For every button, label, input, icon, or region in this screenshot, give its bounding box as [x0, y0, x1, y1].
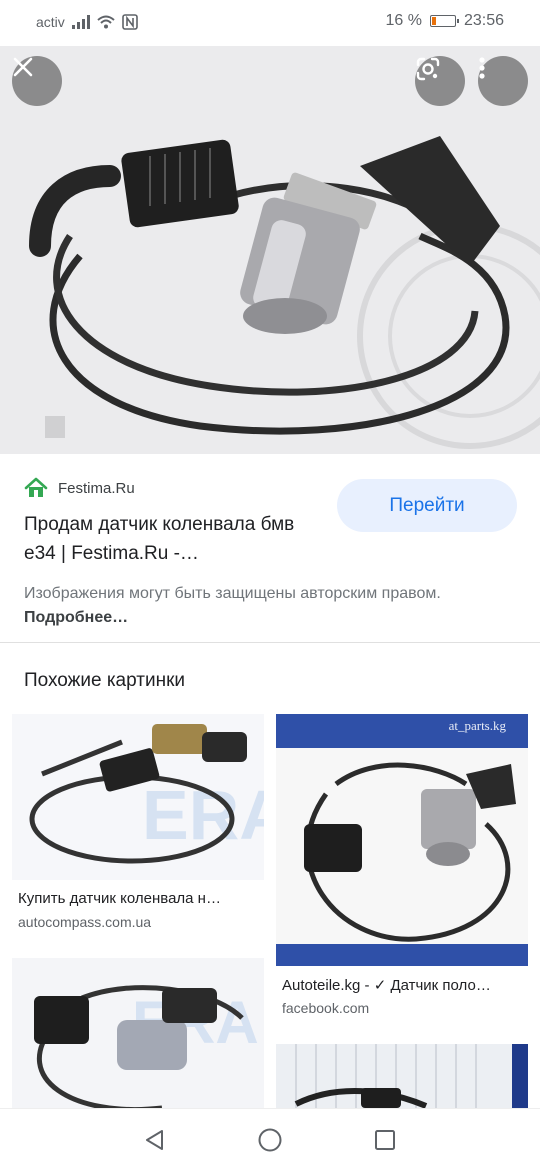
signal-icon — [71, 15, 90, 29]
more-options-button[interactable] — [478, 56, 528, 106]
battery-percent: 16 % — [385, 12, 422, 29]
recents-square-icon — [375, 1130, 395, 1150]
google-lens-icon — [416, 57, 440, 81]
status-right: 16 % 23:56 — [385, 12, 504, 30]
related-caption: Купить датчик коленвала н… — [18, 890, 221, 907]
related-item[interactable] — [276, 1044, 528, 1108]
related-item[interactable]: ERA — [12, 958, 264, 1108]
navigation-bar — [0, 1108, 540, 1170]
house-favicon-icon — [24, 477, 48, 497]
recents-button[interactable] — [370, 1125, 400, 1155]
result-title[interactable]: Продам датчик коленвала бмв е34 | Festim… — [24, 510, 324, 568]
carrier-label: activ — [36, 14, 65, 30]
close-button[interactable] — [12, 56, 62, 106]
source-site[interactable]: Festima.Ru — [24, 476, 135, 500]
related-thumbnail: ERA — [12, 714, 264, 880]
clock: 23:56 — [463, 12, 504, 29]
related-heading: Похожие картинки — [24, 670, 185, 691]
google-lens-button[interactable] — [415, 56, 465, 106]
status-left: activ — [36, 14, 138, 30]
status-bar: activ 16 % 23:56 — [0, 0, 540, 46]
copyright-notice: Изображения могут быть защищены авторски… — [24, 582, 494, 630]
preview-image[interactable] — [0, 46, 540, 454]
related-item[interactable]: ERA Купить датчик коленвала н… autocompa… — [12, 714, 264, 944]
related-thumbnail: at_parts.kg — [276, 714, 528, 966]
source-name: Festima.Ru — [58, 479, 135, 497]
related-thumbnail — [276, 1044, 528, 1108]
related-thumbnail: ERA — [12, 958, 264, 1108]
learn-more-link[interactable]: Подробнее… — [24, 609, 128, 626]
home-button[interactable] — [255, 1125, 285, 1155]
nfc-icon — [121, 14, 138, 30]
close-icon — [13, 57, 33, 77]
copyright-text: Изображения могут быть защищены авторски… — [24, 585, 441, 602]
visit-button[interactable]: Перейти — [337, 479, 517, 532]
back-button[interactable] — [139, 1125, 169, 1155]
more-vert-icon — [479, 57, 485, 79]
home-circle-icon — [258, 1128, 282, 1152]
wifi-icon — [97, 15, 115, 29]
related-domain: autocompass.com.ua — [18, 914, 152, 930]
sensor-photo — [0, 46, 540, 454]
related-item[interactable]: at_parts.kg Autoteile.kg - ✓ Датчик поло… — [276, 714, 528, 1030]
battery-icon — [429, 15, 459, 27]
divider — [0, 642, 540, 643]
related-domain: facebook.com — [282, 1000, 370, 1016]
related-caption: Autoteile.kg - ✓ Датчик поло… — [282, 977, 491, 994]
back-triangle-icon — [146, 1130, 163, 1150]
